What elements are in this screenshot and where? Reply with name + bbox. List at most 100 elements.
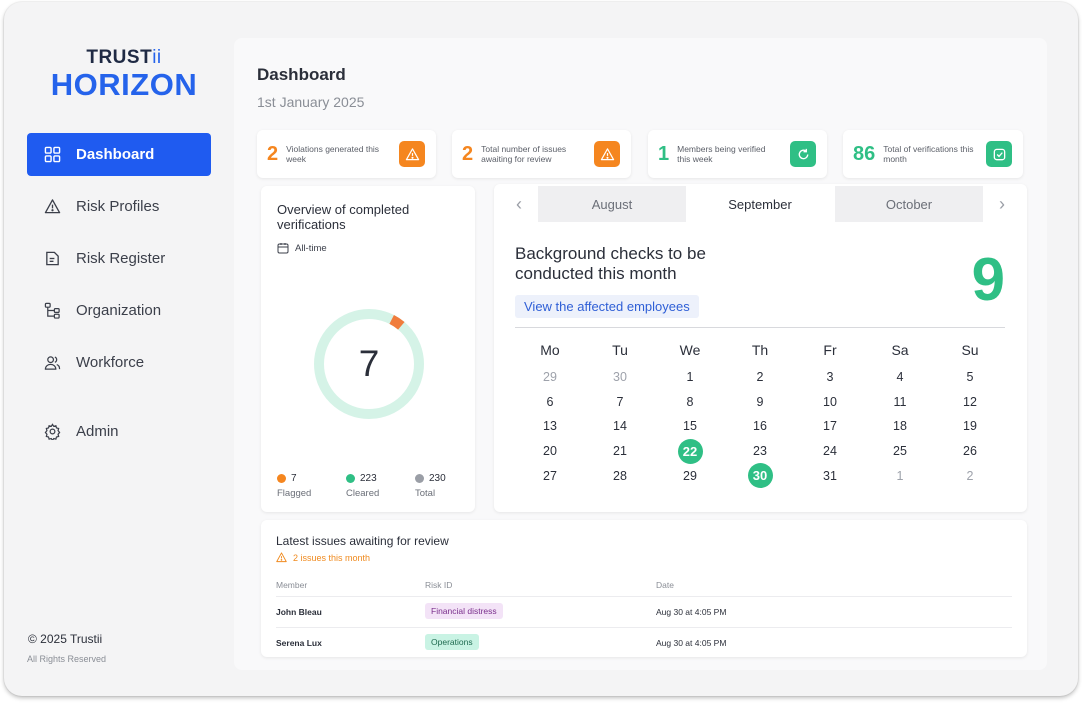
calendar-day[interactable]: 13 <box>515 414 585 438</box>
time-filter-label: All-time <box>295 242 327 254</box>
page-date: 1st January 2025 <box>257 94 365 110</box>
calendar-day[interactable]: 18 <box>865 414 935 438</box>
calendar-week: 27 28 29 30 31 1 2 <box>515 463 1005 489</box>
stat-label: Violations generated this week <box>286 144 380 164</box>
calendar-day[interactable]: 24 <box>795 439 865 463</box>
weekday-label: Mo <box>540 342 560 358</box>
sidebar-item-label: Workforce <box>76 354 145 371</box>
warning-icon <box>594 141 620 167</box>
sidebar-item-risk-profiles[interactable]: Risk Profiles <box>27 185 211 228</box>
sidebar-item-workforce[interactable]: Workforce <box>27 341 211 384</box>
calendar-day[interactable]: 26 <box>935 439 1005 463</box>
stat-card-issues[interactable]: 2 Total number of issues awaiting for re… <box>452 130 631 178</box>
calendar-day[interactable]: 1 <box>865 464 935 488</box>
legend-cleared: 223 Cleared <box>346 473 380 499</box>
sidebar-item-admin[interactable]: Admin <box>27 410 211 453</box>
sidebar-item-label: Dashboard <box>76 146 155 163</box>
calendar-day[interactable]: 14 <box>585 414 655 438</box>
weekday-label: Th <box>751 342 769 358</box>
calendar-day[interactable]: 23 <box>725 439 795 463</box>
col-date: Date <box>656 580 674 590</box>
tab-october[interactable]: October <box>835 186 983 222</box>
calendar-day[interactable]: 11 <box>865 390 935 414</box>
sidebar-item-risk-register[interactable]: Risk Register <box>27 237 211 280</box>
calendar-day[interactable]: 20 <box>515 439 585 463</box>
calendar-day[interactable]: 2 <box>935 464 1005 488</box>
calendar-day[interactable]: 29 <box>655 464 725 488</box>
calendar-week: 13 14 15 16 17 18 19 <box>515 414 1005 439</box>
calendar-day[interactable]: 30 <box>585 365 655 389</box>
calendar-day[interactable]: 8 <box>655 390 725 414</box>
page-title: Dashboard <box>257 65 346 84</box>
weekday-label: Tu <box>612 342 628 358</box>
tab-september[interactable]: September <box>686 186 834 222</box>
calendar-day[interactable]: 9 <box>725 390 795 414</box>
stat-label: Total number of issues awaiting for revi… <box>481 144 567 164</box>
calendar-day[interactable]: 3 <box>795 365 865 389</box>
copyright: © 2025 Trustii <box>28 632 103 646</box>
stat-value: 2 <box>267 142 279 165</box>
sidebar-item-dashboard[interactable]: Dashboard <box>27 133 211 176</box>
row-member[interactable]: Serena Lux <box>276 638 322 648</box>
calendar-day[interactable]: 27 <box>515 464 585 488</box>
row-member[interactable]: John Bleau <box>276 607 322 617</box>
risk-tag[interactable]: Operations <box>425 634 479 650</box>
logo: TRUSTii HORIZON <box>44 48 204 102</box>
view-affected-employees-link[interactable]: View the affected employees <box>515 295 699 318</box>
check-icon <box>986 141 1012 167</box>
calendar-day[interactable]: 5 <box>935 365 1005 389</box>
time-filter[interactable]: All-time <box>277 242 327 254</box>
calendar-day[interactable]: 31 <box>795 464 865 488</box>
calendar-card: ‹ August September October › Background … <box>494 184 1027 512</box>
stat-value: 1 <box>658 142 670 165</box>
calendar-week: 6 7 8 9 10 11 12 <box>515 390 1005 415</box>
calendar-day[interactable]: 10 <box>795 390 865 414</box>
prev-month-button[interactable]: ‹ <box>504 186 534 222</box>
calendar-day[interactable]: 1 <box>655 365 725 389</box>
issues-title: Latest issues awaiting for review <box>276 534 449 548</box>
calendar-heading: Background checks to be conducted this m… <box>515 244 706 283</box>
calendar-day[interactable]: 2 <box>725 365 795 389</box>
stat-card-violations[interactable]: 2 Violations generated this week <box>257 130 436 178</box>
calendar-day[interactable]: 12 <box>935 390 1005 414</box>
sidebar-item-organization[interactable]: Organization <box>27 289 211 332</box>
col-member: Member <box>276 580 308 590</box>
weekday-label: Sa <box>891 342 909 358</box>
next-month-button[interactable]: › <box>987 186 1017 222</box>
stat-card-verifications[interactable]: 86 Total of verifications this month <box>843 130 1023 178</box>
calendar-day[interactable]: 25 <box>865 439 935 463</box>
sidebar-item-label: Risk Register <box>76 250 166 267</box>
sidebar-item-label: Organization <box>76 302 162 319</box>
stat-label: Members being verified this week <box>677 144 766 164</box>
users-icon <box>43 354 61 372</box>
calendar-day[interactable]: 7 <box>585 390 655 414</box>
tab-august[interactable]: August <box>538 186 686 222</box>
stat-card-members[interactable]: 1 Members being verified this week <box>648 130 827 178</box>
weekday-label: Fr <box>823 342 837 358</box>
calendar-grid: Mo Tu We Th Fr Sa Su 29 30 1 2 3 4 5 6 7 8 9 10 11 12 13 14 15 1… <box>515 339 1005 489</box>
calendar-day[interactable]: 15 <box>655 414 725 438</box>
calendar-day[interactable]: 29 <box>515 365 585 389</box>
grid-icon <box>43 146 61 164</box>
calendar-day[interactable]: 4 <box>865 365 935 389</box>
checks-count: 9 <box>971 246 1005 313</box>
calendar-day[interactable]: 19 <box>935 414 1005 438</box>
calendar-day[interactable]: 6 <box>515 390 585 414</box>
warning-icon <box>276 552 287 563</box>
calendar-icon <box>277 243 289 254</box>
sidebar-item-label: Risk Profiles <box>76 198 160 215</box>
warning-icon <box>399 141 425 167</box>
rights-reserved: All Rights Reserved <box>27 654 107 664</box>
calendar-day[interactable]: 16 <box>725 414 795 438</box>
calendar-day[interactable]: 22 <box>655 438 725 464</box>
refresh-icon <box>790 141 816 167</box>
calendar-day[interactable]: 30 <box>725 463 795 489</box>
logo-top: TRUSTii <box>86 47 162 68</box>
risk-tag[interactable]: Financial distress <box>425 603 503 619</box>
overview-title: Overview of completed verifications <box>277 202 410 232</box>
overview-card: Overview of completed verifications All-… <box>261 186 475 512</box>
donut-center-value: 7 <box>358 343 380 384</box>
calendar-day[interactable]: 17 <box>795 414 865 438</box>
calendar-day[interactable]: 21 <box>585 439 655 463</box>
calendar-day[interactable]: 28 <box>585 464 655 488</box>
